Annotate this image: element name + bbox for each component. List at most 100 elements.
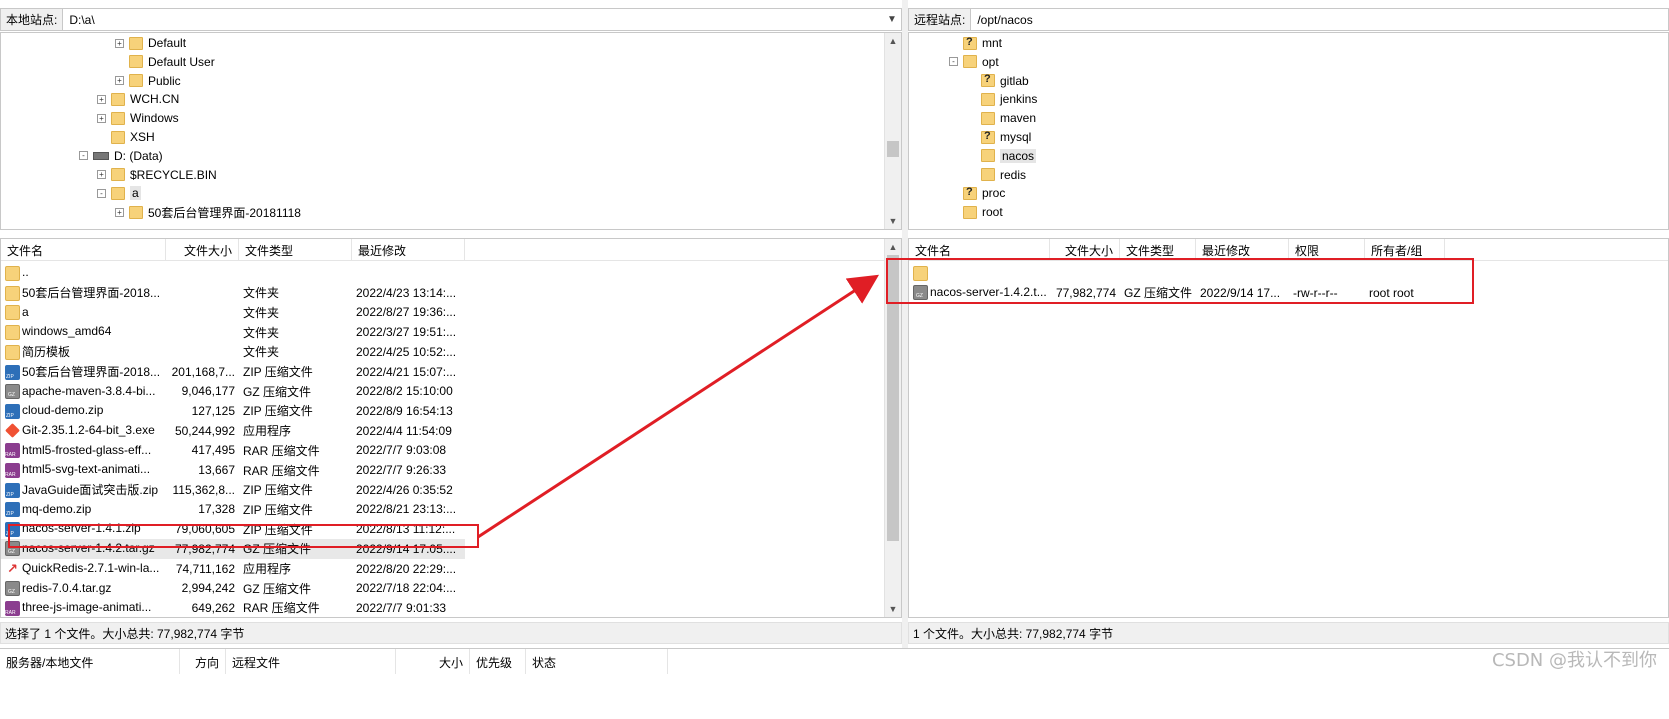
tree-item[interactable]: + Public bbox=[115, 71, 181, 91]
file-row[interactable]: redis-7.0.4.tar.gz 2,994,242 GZ 压缩文件 2022/7… bbox=[1, 578, 465, 598]
cell-type: ZIP 压缩文件 bbox=[243, 404, 313, 419]
local-tree-scrollbar[interactable]: ▲ ▼ bbox=[884, 33, 901, 229]
file-row[interactable]: cloud-demo.zip 127,125 ZIP 压缩文件 2022/8/9 16… bbox=[1, 401, 465, 421]
col-modified[interactable]: 最近修改 bbox=[352, 239, 465, 261]
cell-size: 50,244,992 bbox=[174, 423, 235, 438]
queue-col-status[interactable]: 状态 bbox=[526, 649, 668, 675]
cell-modified: 2022/7/7 9:03:08 bbox=[356, 443, 447, 458]
file-row[interactable]: html5-svg-text-animati... 13,667 RAR 压缩文件 2… bbox=[1, 460, 465, 480]
tree-item[interactable]: +50套后台管理界面-20181118 bbox=[115, 202, 301, 222]
scroll-thumb[interactable] bbox=[887, 141, 899, 157]
cell-type: 应用程序 bbox=[243, 424, 292, 439]
tree-item[interactable]: maven bbox=[967, 108, 1036, 128]
folder-icon bbox=[111, 111, 125, 125]
file-name: 50套后台管理界面-2018... bbox=[22, 364, 161, 379]
tree-item[interactable]: XSH bbox=[97, 127, 155, 147]
collapse-icon[interactable]: - bbox=[949, 57, 958, 67]
tree-item[interactable]: nacos bbox=[967, 146, 1037, 166]
cell-size: 9,046,177 bbox=[181, 384, 235, 399]
tree-item[interactable]: + Default bbox=[115, 33, 186, 53]
drive-icon bbox=[93, 151, 109, 160]
file-row[interactable]: 50套后台管理界面-2018... 文件夹 2022/4/23 13:14:... bbox=[1, 283, 465, 303]
tree-item[interactable]: - D: (Data) bbox=[79, 146, 163, 166]
cell-modified: 2022/4/23 13:14:... bbox=[356, 285, 457, 300]
col-size[interactable]: 文件大小 bbox=[166, 239, 239, 261]
tree-item[interactable]: mysql bbox=[967, 127, 1031, 147]
cell-type: 应用程序 bbox=[243, 562, 292, 576]
scroll-up-icon[interactable]: ▲ bbox=[885, 33, 901, 49]
chevron-down-icon[interactable]: ▼ bbox=[883, 14, 901, 25]
expand-icon[interactable]: + bbox=[115, 76, 124, 86]
cell-name: JavaGuide面试突击版.zip bbox=[1, 481, 166, 499]
tree-item[interactable]: - opt bbox=[949, 52, 999, 72]
cell-type: RAR 压缩文件 bbox=[243, 463, 320, 478]
file-row[interactable]: Git-2.35.1.2-64-bit_3.exe 50,244,992 应用程序 2… bbox=[1, 421, 465, 441]
file-row[interactable]: a 文件夹 2022/8/27 19:36:... bbox=[1, 302, 465, 322]
cell-size: 74,711,162 bbox=[175, 561, 235, 576]
tree-item[interactable]: proc bbox=[949, 183, 1005, 203]
cell-type: ZIP 压缩文件 bbox=[243, 483, 313, 498]
file-row[interactable]: ↗ QuickRedis-2.7.1-win-la... 74,711,162 应用程… bbox=[1, 559, 465, 579]
cell-name: a bbox=[1, 305, 166, 321]
tree-item[interactable]: + $RECYCLE.BIN bbox=[97, 165, 217, 185]
tree-item[interactable]: + WCH.CN bbox=[97, 89, 179, 109]
cell-modified: 2022/8/21 23:13:... bbox=[356, 502, 457, 517]
scroll-down-icon[interactable]: ▼ bbox=[885, 213, 901, 229]
tree-item[interactable]: gitlab bbox=[967, 71, 1029, 91]
cell-name: 简历模板 bbox=[1, 343, 166, 361]
file-row[interactable]: 50套后台管理界面-2018... 201,168,7... ZIP 压缩文件 202… bbox=[1, 362, 465, 382]
transfer-queue-header: 服务器/本地文件 方向 远程文件 大小 优先级 状态 bbox=[0, 648, 1669, 675]
local-path-input[interactable]: D:\a\ bbox=[63, 13, 883, 27]
expand-icon[interactable]: + bbox=[97, 113, 106, 123]
collapse-icon[interactable]: - bbox=[97, 188, 106, 198]
file-row[interactable]: windows_amd64 文件夹 2022/3/27 19:51:... bbox=[1, 322, 465, 342]
tree-item-label: WCH.CN bbox=[130, 92, 180, 107]
queue-col-remote-file[interactable]: 远程文件 bbox=[226, 649, 396, 675]
cell-size: 417,495 bbox=[191, 443, 235, 458]
zip-file-icon bbox=[5, 483, 20, 499]
col-type[interactable]: 文件类型 bbox=[239, 239, 352, 261]
file-name: .. bbox=[22, 265, 29, 280]
queue-col-priority[interactable]: 优先级 bbox=[470, 649, 526, 675]
tree-item[interactable]: -a bbox=[97, 183, 141, 203]
queue-col-server-local[interactable]: 服务器/本地文件 bbox=[0, 649, 180, 675]
file-row[interactable]: .. bbox=[1, 263, 465, 283]
cell-type: 文件夹 bbox=[243, 286, 280, 301]
file-row[interactable]: three-js-image-animati... 649,262 RAR 压缩文件… bbox=[1, 598, 465, 617]
cell-modified: 2022/8/20 22:29:... bbox=[356, 561, 457, 576]
tree-item[interactable]: Default User bbox=[115, 52, 215, 72]
scroll-down-icon[interactable]: ▼ bbox=[885, 601, 901, 617]
expand-icon[interactable]: + bbox=[115, 38, 124, 48]
file-row[interactable]: apache-maven-3.8.4-bi... 9,046,177 GZ 压缩文件… bbox=[1, 381, 465, 401]
local-status-text: 选择了 1 个文件。大小总共: 77,982,774 字节 bbox=[5, 626, 245, 641]
expand-icon[interactable]: + bbox=[97, 94, 106, 104]
tree-item[interactable]: redis bbox=[967, 165, 1026, 185]
cell-type: ZIP 压缩文件 bbox=[243, 502, 313, 517]
annotation-box-remote bbox=[886, 258, 1474, 304]
remote-path-input[interactable]: /opt/nacos bbox=[971, 13, 1668, 27]
local-dir-tree[interactable]: ▲ ▼ + Default Default User + Public + WCH.CN + W… bbox=[0, 32, 902, 230]
tree-item[interactable]: + Windows bbox=[97, 108, 179, 128]
file-row[interactable]: 简历模板 文件夹 2022/4/25 10:52:... bbox=[1, 342, 465, 362]
tree-item[interactable]: mnt bbox=[949, 33, 1002, 53]
file-row[interactable]: html5-frosted-glass-eff... 417,495 RAR 压缩文… bbox=[1, 440, 465, 460]
cell-size: 115,362,8... bbox=[172, 482, 236, 497]
collapse-icon[interactable]: - bbox=[79, 151, 88, 161]
scroll-up-icon[interactable]: ▲ bbox=[885, 239, 901, 255]
expand-icon[interactable]: + bbox=[115, 207, 124, 217]
queue-col-size[interactable]: 大小 bbox=[396, 649, 470, 675]
file-name: windows_amd64 bbox=[22, 324, 112, 339]
tree-item[interactable]: root bbox=[949, 202, 1003, 222]
unknown-folder-icon bbox=[963, 36, 977, 50]
file-row[interactable]: JavaGuide面试突击版.zip 115,362,8... ZIP 压缩文件 20… bbox=[1, 480, 465, 500]
expand-icon[interactable]: + bbox=[97, 170, 106, 180]
cell-modified: 2022/7/18 22:04:... bbox=[356, 581, 457, 596]
rar-file-icon bbox=[5, 442, 20, 458]
queue-col-direction[interactable]: 方向 bbox=[180, 649, 226, 675]
tree-item[interactable]: jenkins bbox=[967, 89, 1037, 109]
folder-icon bbox=[129, 55, 143, 69]
file-row[interactable]: mq-demo.zip 17,328 ZIP 压缩文件 2022/8/21 23:13… bbox=[1, 499, 465, 519]
remote-dir-tree[interactable]: mnt - optgitlab jenkins maven mysql nacos redis… bbox=[908, 32, 1669, 230]
local-file-list[interactable]: 文件名 文件大小 文件类型 最近修改 ▲ ▼ .. 50套后台管理界面-2018.… bbox=[0, 238, 902, 618]
col-filename[interactable]: 文件名 bbox=[1, 239, 166, 261]
